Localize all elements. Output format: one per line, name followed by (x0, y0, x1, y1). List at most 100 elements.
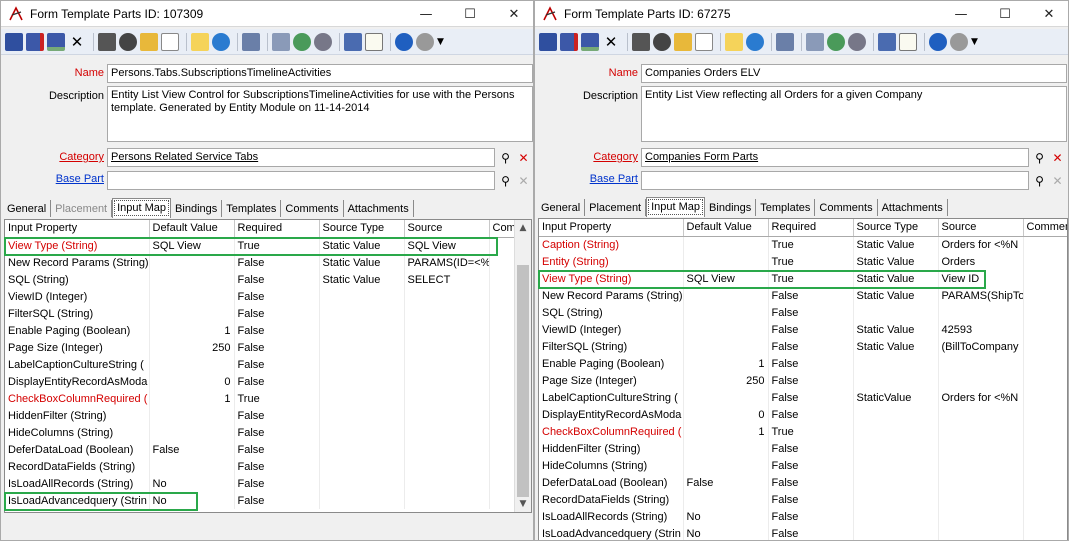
cell-req[interactable]: False (768, 372, 854, 389)
cell-src[interactable] (938, 457, 1024, 474)
globe-icon[interactable] (827, 32, 845, 51)
save-icon[interactable] (539, 32, 557, 51)
table-row[interactable]: Page Size (Integer) 250 False (539, 372, 1067, 389)
cell-req[interactable]: True (768, 236, 854, 253)
delete-icon[interactable]: ✕ (68, 33, 86, 51)
cell-prop[interactable]: LabelCaptionCultureString ( (539, 389, 684, 406)
cell-src[interactable] (938, 304, 1024, 321)
find-icon[interactable] (119, 32, 137, 51)
table-row[interactable]: View Type (String) SQL View True Static Val… (539, 270, 1067, 287)
cell-def[interactable] (683, 389, 769, 406)
cell-prop[interactable]: Enable Paging (Boolean) (5, 322, 150, 339)
chevron-down-icon[interactable]: ▼ (971, 33, 989, 51)
refresh-icon[interactable] (212, 32, 230, 51)
cell-req[interactable]: False (768, 389, 854, 406)
refresh-icon[interactable] (746, 32, 764, 51)
cell-def[interactable]: No (149, 492, 235, 509)
cell-prop[interactable]: New Record Params (String) (539, 287, 684, 304)
save-close-icon[interactable] (26, 32, 44, 51)
cell-def[interactable]: No (683, 508, 769, 525)
cell-prop[interactable]: DeferDataLoad (Boolean) (539, 474, 684, 491)
wizard-icon[interactable] (191, 32, 209, 51)
name-field[interactable]: Companies Orders ELV (641, 64, 1067, 83)
info-icon[interactable] (950, 32, 968, 51)
cell-def[interactable]: No (149, 475, 235, 492)
cell-src[interactable] (938, 508, 1024, 525)
cell-def[interactable] (149, 424, 235, 441)
cell-req[interactable]: True (768, 423, 854, 440)
scroll-down-icon[interactable]: ▼ (515, 496, 531, 512)
column-header[interactable]: Commer (1023, 219, 1067, 237)
cell-stype[interactable] (319, 475, 405, 492)
cell-prop[interactable]: HiddenFilter (String) (539, 440, 684, 457)
category-field[interactable]: Persons Related Service Tabs (107, 148, 495, 167)
cell-comment[interactable] (1023, 321, 1067, 338)
column-header[interactable]: Source Type (853, 219, 939, 237)
maximize-button[interactable]: ☐ (453, 1, 487, 27)
wizard-icon[interactable] (725, 32, 743, 51)
cell-req[interactable]: False (768, 287, 854, 304)
cell-prop[interactable]: RecordDataFields (String) (5, 458, 150, 475)
category-link[interactable]: Category (555, 151, 638, 163)
cell-stype[interactable]: Static Value (853, 270, 939, 287)
cell-req[interactable]: False (234, 288, 320, 305)
cell-prop[interactable]: Entity (String) (539, 253, 684, 270)
table-row[interactable]: FilterSQL (String) False (5, 305, 531, 322)
cell-stype[interactable] (319, 458, 405, 475)
cell-def[interactable]: 0 (149, 373, 235, 390)
cell-req[interactable]: False (234, 424, 320, 441)
cell-stype[interactable] (319, 373, 405, 390)
cell-prop[interactable]: IsLoadAllRecords (String) (539, 508, 684, 525)
table-row[interactable]: View Type (String) SQL View True Static Val… (5, 237, 531, 254)
cell-req[interactable]: False (768, 321, 854, 338)
cell-prop[interactable]: RecordDataFields (String) (539, 491, 684, 508)
cell-src[interactable] (938, 355, 1024, 372)
cell-prop[interactable]: FilterSQL (String) (539, 338, 684, 355)
save-close-icon[interactable] (560, 32, 578, 51)
cell-stype[interactable]: Static Value (319, 237, 405, 254)
cell-prop[interactable]: New Record Params (String) (5, 254, 150, 271)
copy-icon[interactable] (806, 32, 824, 51)
column-header[interactable]: Default Value (149, 220, 235, 238)
cell-comment[interactable] (1023, 406, 1067, 423)
find-icon[interactable] (653, 32, 671, 51)
table-row[interactable]: HiddenFilter (String) False (5, 407, 531, 424)
cell-req[interactable]: False (768, 457, 854, 474)
cell-comment[interactable] (1023, 474, 1067, 491)
cell-req[interactable]: False (234, 305, 320, 322)
table-row[interactable]: HideColumns (String) False (5, 424, 531, 441)
cell-prop[interactable]: LabelCaptionCultureString ( (5, 356, 150, 373)
cell-stype[interactable] (853, 372, 939, 389)
column-header[interactable]: Required (768, 219, 854, 237)
scroll-up-icon[interactable]: ▲ (515, 220, 531, 236)
tab-general[interactable]: General (3, 200, 52, 217)
save-icon[interactable] (5, 32, 23, 51)
cell-prop[interactable]: SQL (String) (539, 304, 684, 321)
cell-src[interactable]: PARAMS(ShipTo (938, 287, 1024, 304)
cell-src[interactable] (938, 406, 1024, 423)
cell-stype[interactable] (853, 474, 939, 491)
cell-req[interactable]: False (768, 304, 854, 321)
tab-comments[interactable]: Comments (281, 200, 344, 217)
cell-src[interactable]: SQL View (404, 237, 490, 254)
cell-comment[interactable] (1023, 253, 1067, 270)
cell-src[interactable] (404, 458, 490, 475)
tab-input-map[interactable]: Input Map (646, 197, 706, 217)
base-part-link[interactable]: Base Part (21, 173, 104, 185)
cell-def[interactable] (683, 491, 769, 508)
cell-prop[interactable]: Enable Paging (Boolean) (539, 355, 684, 372)
tab-general[interactable]: General (537, 199, 586, 216)
column-header[interactable]: Source (404, 220, 490, 238)
cell-def[interactable]: 1 (683, 355, 769, 372)
table-row[interactable]: LabelCaptionCultureString (False StaticVa… (539, 389, 1067, 406)
category-value[interactable]: Persons Related Service Tabs (111, 151, 258, 163)
cell-stype[interactable] (853, 491, 939, 508)
cell-src[interactable] (404, 305, 490, 322)
cell-def[interactable] (149, 254, 235, 271)
cell-req[interactable]: True (768, 270, 854, 287)
cell-prop[interactable]: Caption (String) (539, 236, 684, 253)
cell-comment[interactable] (1023, 338, 1067, 355)
cell-prop[interactable]: CheckBoxColumnRequired ( (5, 390, 150, 407)
table-row[interactable]: DisplayEntityRecordAsModa 0 False (5, 373, 531, 390)
table-row[interactable]: RecordDataFields (String) False (539, 491, 1067, 508)
